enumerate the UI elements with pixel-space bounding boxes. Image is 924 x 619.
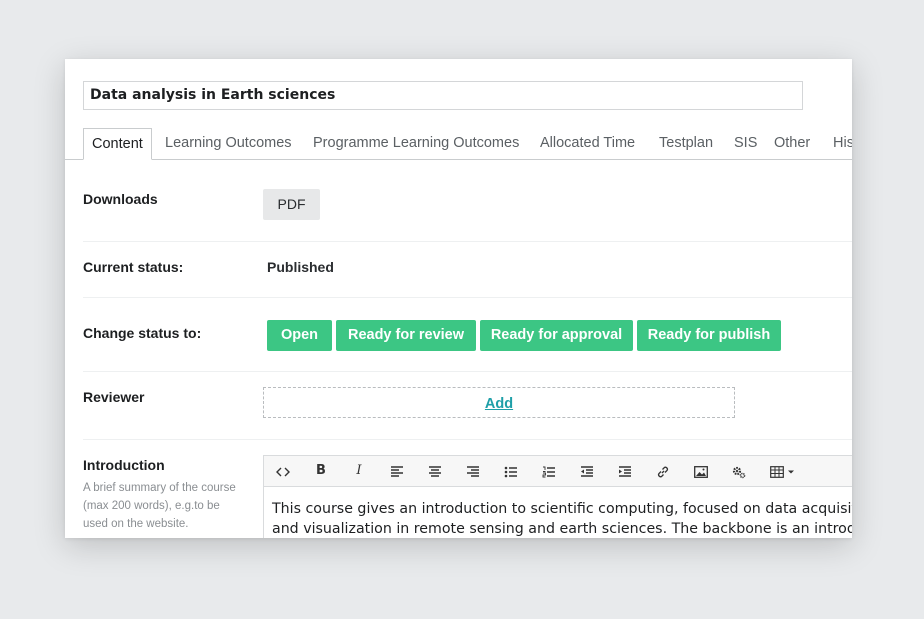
- tab-testplan[interactable]: Testplan: [659, 128, 713, 159]
- italic-icon[interactable]: I: [340, 456, 378, 486]
- change-status-row: Change status to: Open Ready for review …: [83, 320, 852, 372]
- current-status-value: Published: [267, 259, 334, 275]
- help-line: used on the website.: [83, 518, 189, 530]
- introduction-row: Introduction A brief summary of the cour…: [83, 455, 852, 538]
- tab-other[interactable]: Other: [774, 128, 810, 159]
- outdent-icon[interactable]: [568, 456, 606, 486]
- help-line: (max 200 words), e.g.to be: [83, 500, 220, 512]
- image-icon[interactable]: [682, 456, 720, 486]
- downloads-label: Downloads: [83, 191, 158, 207]
- bullet-list-icon[interactable]: [492, 456, 530, 486]
- change-status-label: Change status to:: [83, 325, 202, 341]
- align-left-icon[interactable]: [378, 456, 416, 486]
- gear-icon[interactable]: [720, 456, 758, 486]
- introduction-help-text: A brief summary of the course (max 200 w…: [83, 479, 253, 533]
- current-status-row: Current status: Published: [83, 259, 852, 298]
- table-icon[interactable]: [758, 456, 808, 486]
- reviewer-label: Reviewer: [83, 389, 145, 405]
- align-center-icon[interactable]: [416, 456, 454, 486]
- introduction-label: Introduction: [83, 457, 165, 473]
- course-editor-window: Content Learning Outcomes Programme Lear…: [65, 59, 852, 538]
- link-icon[interactable]: [644, 456, 682, 486]
- align-right-icon[interactable]: [454, 456, 492, 486]
- current-status-label: Current status:: [83, 259, 184, 275]
- reviewer-row: Reviewer Add: [83, 387, 852, 440]
- tab-bar: Content Learning Outcomes Programme Lear…: [65, 128, 852, 160]
- downloads-row: Downloads PDF: [83, 189, 852, 242]
- reviewer-add-box[interactable]: Add: [263, 387, 735, 418]
- status-ready-for-publish-button[interactable]: Ready for publish: [637, 320, 781, 351]
- status-ready-for-approval-button[interactable]: Ready for approval: [480, 320, 633, 351]
- editor-text-line: This course gives an introduction to sci…: [272, 501, 852, 517]
- code-view-icon[interactable]: [264, 456, 302, 486]
- tab-learning-outcomes[interactable]: Learning Outcomes: [165, 128, 292, 159]
- editor-text-line: and visualization in remote sensing and …: [272, 521, 852, 537]
- pdf-download-button[interactable]: PDF: [263, 189, 320, 220]
- tab-allocated-time[interactable]: Allocated Time: [540, 128, 635, 159]
- bold-icon[interactable]: B: [302, 456, 340, 486]
- tab-content[interactable]: Content: [83, 128, 152, 160]
- course-title-input[interactable]: [83, 81, 803, 110]
- tab-programme-learning-outcomes[interactable]: Programme Learning Outcomes: [313, 128, 519, 159]
- tab-sis[interactable]: SIS: [734, 128, 757, 159]
- indent-icon[interactable]: [606, 456, 644, 486]
- editor-toolbar: B I: [263, 455, 852, 487]
- help-line: A brief summary of the course: [83, 482, 236, 494]
- numbered-list-icon[interactable]: [530, 456, 568, 486]
- status-ready-for-review-button[interactable]: Ready for review: [336, 320, 476, 351]
- add-reviewer-link[interactable]: Add: [485, 396, 513, 412]
- introduction-editor[interactable]: This course gives an introduction to sci…: [263, 486, 852, 538]
- status-open-button[interactable]: Open: [267, 320, 332, 351]
- tab-history[interactable]: His: [833, 128, 852, 159]
